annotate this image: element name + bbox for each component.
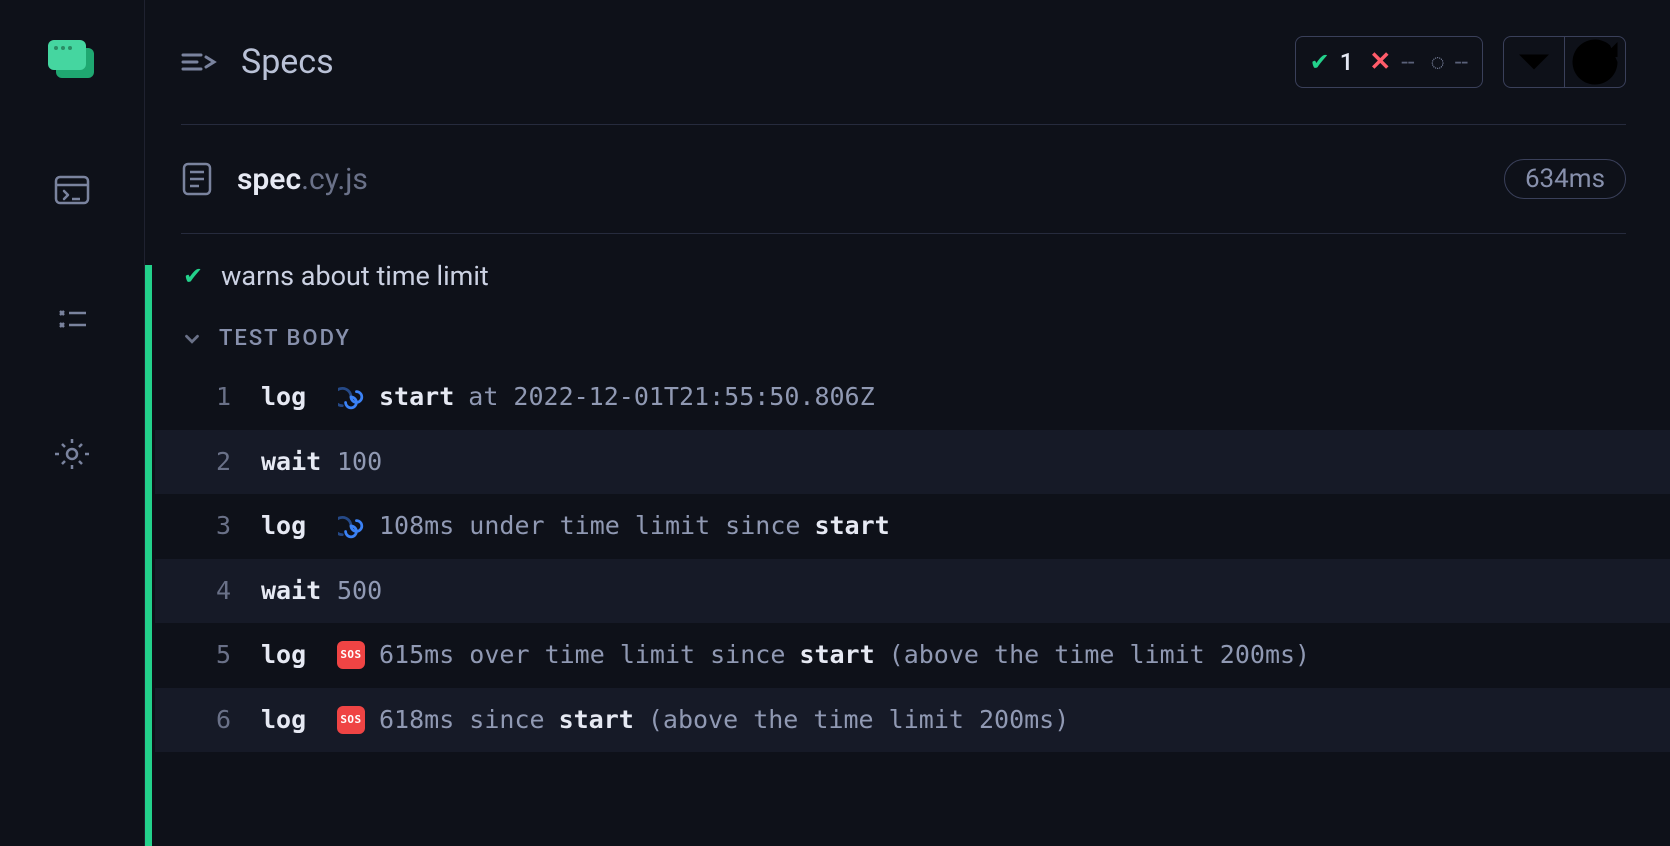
pending-icon: ◌ <box>1430 48 1444 77</box>
expand-button[interactable] <box>1504 37 1564 87</box>
command-token-bold: start <box>799 639 874 672</box>
stats-failed: ✕ -- <box>1369 47 1414 77</box>
check-icon: ✔ <box>1310 48 1330 76</box>
line-number: 3 <box>195 510 237 543</box>
chevron-down-icon <box>181 328 203 350</box>
command-message: SOS 618ms since start (above the time limit… <box>337 704 1646 737</box>
command-name: log <box>237 704 337 737</box>
command-token: 108ms under time limit since <box>379 510 800 543</box>
test-section-title: TEST BODY <box>219 326 351 351</box>
stats-pending-value: -- <box>1455 48 1468 76</box>
command-message: start at 2022-12-01T21:55:50.806Z <box>337 381 1646 414</box>
command-name: log <box>237 639 337 672</box>
sidebar-item-debug[interactable] <box>50 300 94 344</box>
command-message: 500 <box>337 575 1646 608</box>
test-title: warns about time limit <box>221 260 489 292</box>
line-number: 1 <box>195 381 237 414</box>
stats-pending: ◌ -- <box>1430 48 1468 77</box>
line-number: 6 <box>195 704 237 737</box>
command-name: log <box>237 381 337 414</box>
command-token-bold: start <box>379 381 454 414</box>
command-token-bold: start <box>559 704 634 737</box>
command-token: 618ms since <box>379 704 545 737</box>
run-stats: ✔ 1 ✕ -- ◌ -- <box>1295 36 1483 88</box>
command-log: 1logstartat 2022-12-01T21:55:50.806Z2wai… <box>155 365 1670 752</box>
command-row[interactable]: 1log start at 2022-12-01T21:55:50.806Z <box>155 365 1670 430</box>
topbar: Specs ✔ 1 ✕ -- ◌ -- <box>145 0 1670 124</box>
main-panel: Specs ✔ 1 ✕ -- ◌ -- <box>145 0 1670 846</box>
command-token: (above the time limit 200ms) <box>648 704 1069 737</box>
cyclone-icon <box>337 383 365 411</box>
command-row[interactable]: 3log 108ms under time limit since start <box>155 494 1670 559</box>
command-name: wait <box>237 446 337 479</box>
command-name: wait <box>237 575 337 608</box>
sidebar-item-settings[interactable] <box>50 432 94 476</box>
command-token: at 2022-12-01T21:55:50.806Z <box>468 381 874 414</box>
stats-failed-value: -- <box>1401 48 1414 76</box>
spec-filename: spec.cy.js <box>237 162 368 197</box>
command-token: 500 <box>337 575 382 608</box>
test-title-row[interactable]: ✔ warns about time limit <box>155 234 1670 302</box>
command-message: SOS 615ms over time limit since start (abov… <box>337 639 1646 672</box>
sos-icon: SOS <box>337 641 365 669</box>
cyclone-icon <box>337 512 365 540</box>
app-logo[interactable] <box>48 40 96 80</box>
command-row[interactable]: 6logSOS 618ms since start (above the time l… <box>155 688 1670 753</box>
file-icon <box>181 161 213 197</box>
spec-header[interactable]: spec.cy.js 634ms <box>145 125 1670 233</box>
command-row[interactable]: 5logSOS 615ms over time limit since start (… <box>155 623 1670 688</box>
stats-passed: ✔ 1 <box>1310 48 1354 76</box>
pass-accent-bar <box>145 265 152 846</box>
test-body-toggle[interactable]: TEST BODY <box>155 302 1670 365</box>
command-token: (above the time limit 200ms) <box>889 639 1310 672</box>
x-icon: ✕ <box>1369 47 1391 77</box>
collapse-icon[interactable] <box>181 50 217 74</box>
stats-passed-value: 1 <box>1340 48 1354 76</box>
command-message: 108ms under time limit since start <box>337 510 1646 543</box>
sidebar-item-runner[interactable] <box>50 168 94 212</box>
command-name: log <box>237 510 337 543</box>
check-icon: ✔ <box>183 262 203 290</box>
command-token-bold: start <box>814 510 889 543</box>
spec-duration: 634ms <box>1504 159 1626 199</box>
reload-button[interactable] <box>1565 37 1625 87</box>
spec-extension: .cy.js <box>301 162 368 197</box>
line-number: 2 <box>195 446 237 479</box>
line-number: 4 <box>195 575 237 608</box>
command-row[interactable]: 4wait500 <box>155 559 1670 624</box>
command-row[interactable]: 2wait100 <box>155 430 1670 495</box>
page-title: Specs <box>241 42 334 82</box>
spec-basename: spec <box>237 162 301 197</box>
command-token: 100 <box>337 446 382 479</box>
sidebar <box>0 0 145 846</box>
line-number: 5 <box>195 639 237 672</box>
command-message: 100 <box>337 446 1646 479</box>
run-controls <box>1503 36 1626 88</box>
sos-icon: SOS <box>337 706 365 734</box>
command-token: 615ms over time limit since <box>379 639 785 672</box>
